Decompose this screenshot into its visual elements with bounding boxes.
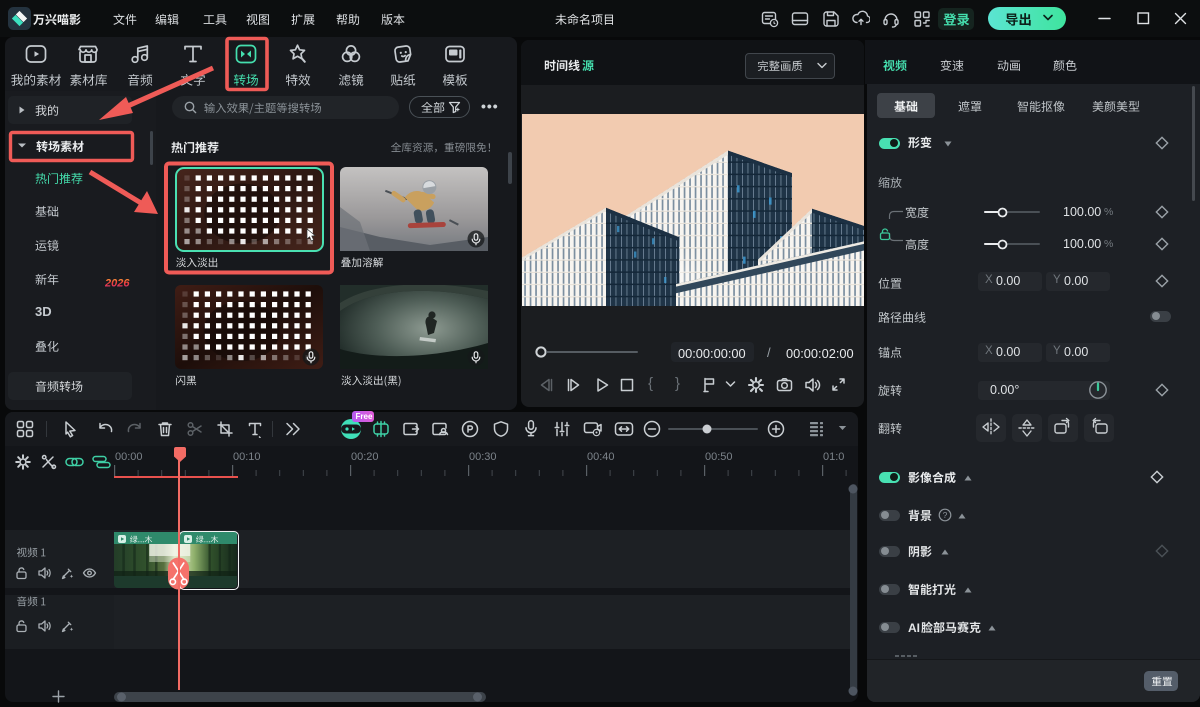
svg-text:01:0: 01:0 [823,451,844,463]
svg-text:00:50: 00:50 [705,451,733,463]
svg-text:00:40: 00:40 [587,451,615,463]
svg-text:?: ? [943,510,948,520]
svg-text:00:10: 00:10 [233,451,261,463]
svg-text:00:00: 00:00 [115,451,143,463]
svg-text:00:30: 00:30 [469,451,497,463]
svg-text:00:20: 00:20 [351,451,379,463]
